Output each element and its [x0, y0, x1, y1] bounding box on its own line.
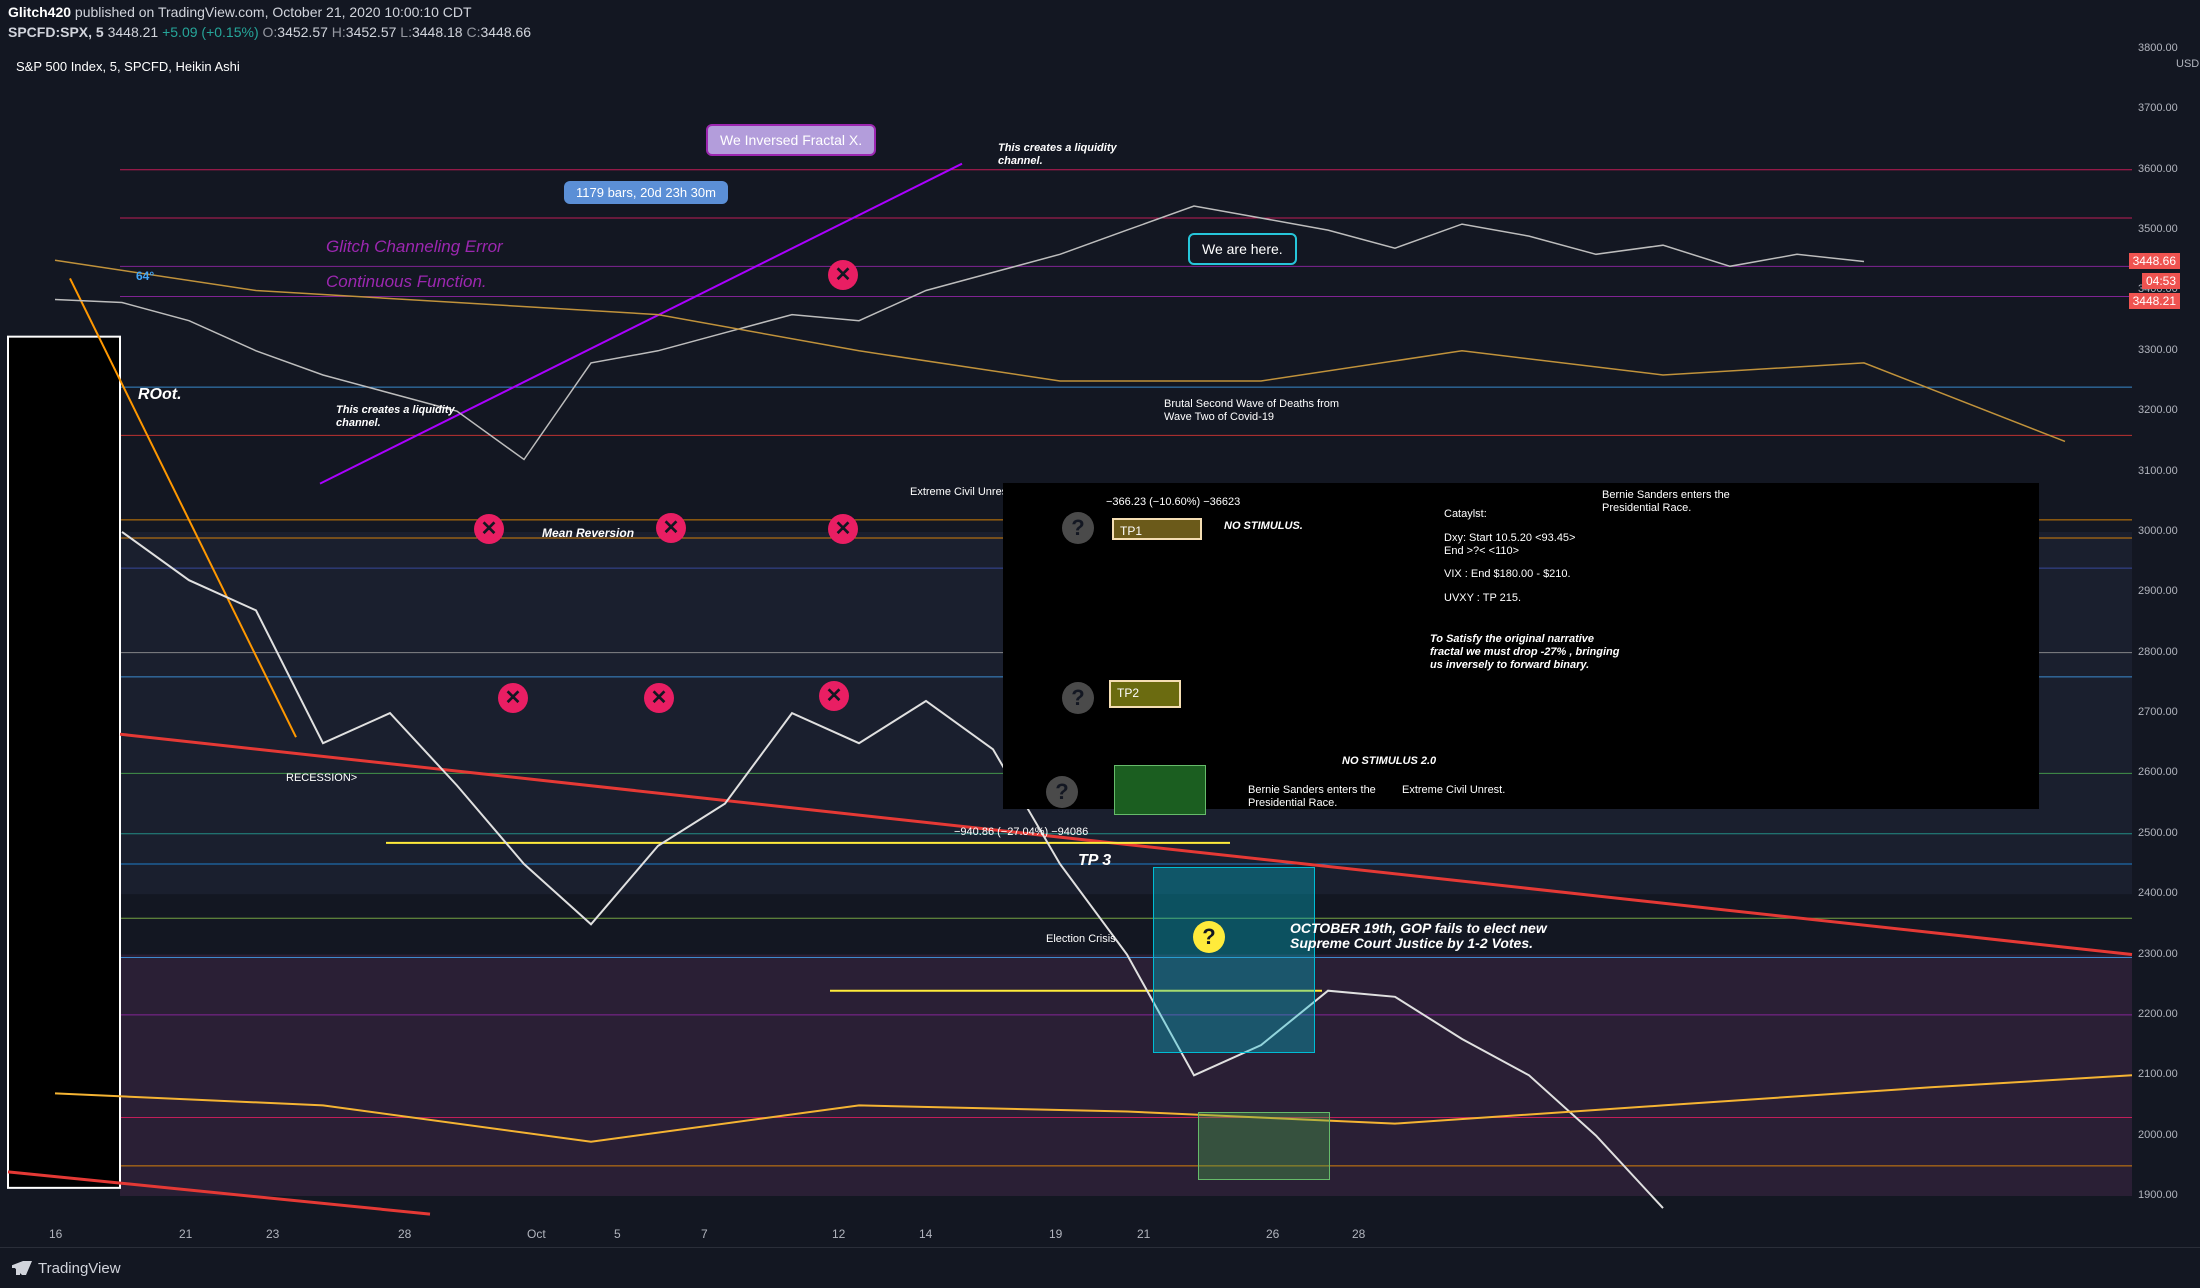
tp1-box[interactable]: TP1 — [1112, 518, 1202, 540]
price-tick-label: 2800.00 — [2138, 645, 2178, 658]
green-target-box[interactable] — [1198, 1112, 1330, 1180]
tradingview-icon — [12, 1261, 32, 1275]
currency-label: USD — [2176, 58, 2200, 70]
catalyst-uvxy: UVXY : TP 215. — [1444, 592, 1522, 604]
publisher-name[interactable]: Glitch420 — [8, 4, 71, 20]
bernie-top-label: Bernie Sanders enters the Presidential R… — [1602, 489, 1730, 514]
price-tick-label: 3800.00 — [2138, 42, 2178, 54]
price-tick-label: 2300.00 — [2138, 947, 2178, 960]
price-tick-label: 2100.00 — [2138, 1068, 2178, 1081]
time-tick-label: 21 — [179, 1227, 193, 1241]
high-value: 3452.57 — [345, 24, 397, 40]
liquidity-label-top: This creates a liquidity channel. — [998, 142, 1117, 167]
measure-label-2: −940.86 (−27.04%) −94086 — [954, 826, 1089, 838]
question-mark-icon: ? — [1193, 921, 1225, 953]
tp3-cyan-box[interactable] — [1153, 867, 1315, 1053]
time-tick-label: 7 — [701, 1227, 708, 1241]
chart-header: Glitch420 published on TradingView.com, … — [0, 0, 2200, 44]
callout-inversed-fractal[interactable]: We Inversed Fractal X. — [706, 124, 877, 156]
time-tick-label: 28 — [1352, 1227, 1366, 1241]
catalyst-vix: VIX : End $180.00 - $210. — [1444, 568, 1571, 580]
tradingview-logo[interactable]: TradingView — [12, 1260, 121, 1277]
mean-reversion-label: Mean Reversion — [542, 526, 635, 540]
price-tick-label: 2700.00 — [2138, 706, 2178, 719]
x-mark-icon: ✕ — [819, 681, 849, 711]
time-tick-label: 21 — [1137, 1227, 1151, 1241]
election-crisis-label: Election Crisis — [1046, 933, 1116, 945]
no-stimulus-label: NO STIMULUS. — [1224, 520, 1303, 532]
last-price-tag: 3448.66 — [2128, 253, 2180, 269]
low-value: 3448.18 — [411, 24, 463, 40]
recession-label: RECESSION> — [286, 772, 358, 784]
satisfy-label: To Satisfy the original narrative fracta… — [1430, 633, 1620, 671]
continuous-label: Continuous Function. — [326, 272, 487, 291]
time-tick-label: 16 — [49, 1227, 63, 1241]
price-tick-label: 2400.00 — [2138, 887, 2178, 900]
publisher-line: Glitch420 published on TradingView.com, … — [8, 4, 472, 20]
price-tick-label: 3000.00 — [2138, 524, 2178, 537]
close-value: 3448.66 — [480, 24, 532, 40]
bars-range-label: 1179 bars, 20d 23h 30m — [564, 181, 728, 204]
root-label: ROot. — [138, 386, 182, 403]
civil-unrest-top-label: Extreme Civil Unrest. — [910, 486, 1014, 498]
civil-unrest-bottom-label: Extreme Civil Unrest. — [1402, 784, 1506, 796]
time-tick-label: 19 — [1049, 1227, 1063, 1241]
last-price: 3448.21 — [107, 24, 159, 40]
tp-green-box[interactable] — [1114, 765, 1206, 815]
callout-we-are-here[interactable]: We are here. — [1188, 233, 1297, 265]
degree-label: 64° — [136, 269, 155, 283]
liquidity-label-left: This creates a liquidity channel. — [336, 404, 455, 429]
no-stimulus-2-label: NO STIMULUS 2.0 — [1342, 755, 1437, 767]
time-tick-label: 23 — [266, 1227, 280, 1241]
symbol-label[interactable]: SPCFD:SPX, 5 — [8, 24, 104, 40]
price-tick-label: 2200.00 — [2138, 1007, 2178, 1020]
price-tick-label: 3200.00 — [2138, 404, 2178, 417]
bernie-bottom-label: Bernie Sanders enters the Presidential R… — [1248, 784, 1376, 809]
question-mark-icon: ? — [1062, 682, 1094, 714]
price-tick-label: 2600.00 — [2138, 766, 2178, 779]
x-mark-icon: ✕ — [828, 260, 858, 290]
catalyst-end: End >?< <110> — [1444, 545, 1520, 557]
october-label: OCTOBER 19th, GOP fails to elect new Sup… — [1290, 920, 1547, 951]
footer: TradingView — [0, 1247, 2200, 1288]
tp3-label: TP 3 — [1078, 852, 1112, 869]
time-tick-label: 14 — [919, 1227, 933, 1241]
price-tick-label: 2000.00 — [2138, 1128, 2178, 1141]
x-mark-icon: ✕ — [644, 683, 674, 713]
question-mark-icon: ? — [1062, 512, 1094, 544]
catalyst-dxy: Dxy: Start 10.5.20 <93.45> — [1444, 532, 1576, 544]
close-price-tag: 3448.21 — [2128, 293, 2180, 309]
x-mark-icon: ✕ — [828, 514, 858, 544]
published-text: published on TradingView.com, October 21… — [74, 4, 472, 20]
price-tick-label: 3700.00 — [2138, 102, 2178, 115]
price-tick-label: 3500.00 — [2138, 223, 2178, 236]
second-wave-label: Brutal Second Wave of Deaths from Wave T… — [1164, 398, 1340, 423]
countdown-tag: 04:53 — [2141, 273, 2180, 289]
price-tick-label: 3600.00 — [2138, 162, 2178, 175]
price-tick-label: 1900.00 — [2138, 1189, 2178, 1201]
price-tick-label: 2500.00 — [2138, 826, 2178, 839]
price-tick-label: 2900.00 — [2138, 585, 2178, 598]
time-tick-label: 28 — [398, 1227, 412, 1241]
time-tick-label: 12 — [832, 1227, 846, 1241]
open-value: 3452.57 — [277, 24, 328, 40]
time-tick-label: Oct — [527, 1227, 546, 1241]
chart-legend: S&P 500 Index, 5, SPCFD, Heikin Ashi — [16, 59, 240, 74]
glitch-error-label: Glitch Channeling Error — [326, 237, 503, 256]
catalyst-title: Cataylst: — [1444, 508, 1487, 520]
x-mark-icon: ✕ — [656, 513, 686, 543]
x-mark-icon: ✕ — [498, 683, 528, 713]
time-tick-label: 5 — [614, 1227, 621, 1241]
tp2-box[interactable]: TP2 — [1109, 680, 1181, 708]
price-tick-label: 3300.00 — [2138, 343, 2178, 356]
question-mark-icon: ? — [1046, 776, 1078, 808]
x-mark-icon: ✕ — [474, 514, 504, 544]
price-tick-label: 3100.00 — [2138, 464, 2178, 477]
measure-label-1: −366.23 (−10.60%) −36623 — [1106, 496, 1241, 508]
left-panel — [7, 335, 121, 1189]
price-change: +5.09 (+0.15%) — [162, 24, 259, 40]
ohlc-line: SPCFD:SPX, 5 3448.21 +5.09 (+0.15%) O:34… — [8, 24, 532, 40]
time-tick-label: 26 — [1266, 1227, 1280, 1241]
